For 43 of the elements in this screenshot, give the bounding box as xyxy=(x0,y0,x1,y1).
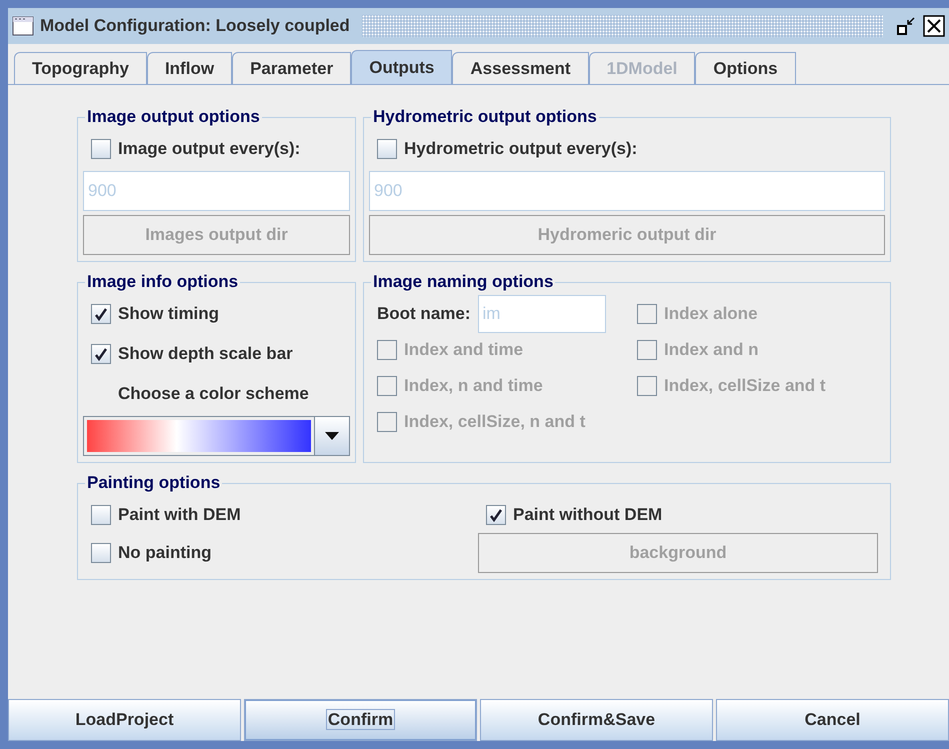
color-scheme-label: Choose a color scheme xyxy=(118,384,309,404)
checkbox[interactable] xyxy=(91,505,111,525)
checkbox-label: Hydrometric output every(s): xyxy=(404,139,638,159)
dialog-button[interactable]: LoadProject xyxy=(8,699,241,741)
checkbox-label: Show depth scale bar xyxy=(118,344,293,364)
checkbox[interactable] xyxy=(91,344,111,364)
checkbox-label: Paint with DEM xyxy=(118,505,241,525)
dialog-button[interactable]: Cancel xyxy=(716,699,949,741)
checkbox-label: Index, n and time xyxy=(404,376,543,396)
panel-title: Hydrometric output options xyxy=(372,107,598,127)
panel-title: Painting options xyxy=(86,473,222,493)
tab[interactable]: Assessment xyxy=(452,52,589,84)
close-icon[interactable] xyxy=(923,15,945,37)
tab[interactable]: Options xyxy=(695,52,796,84)
checkbox-label: Show timing xyxy=(118,304,220,324)
caret-icon xyxy=(325,432,339,440)
checkbox[interactable] xyxy=(377,139,397,159)
dialog-button[interactable]: Confirm&Save xyxy=(480,699,713,741)
window-icon xyxy=(12,16,34,36)
checkbox-label: No painting xyxy=(118,543,212,563)
checkbox-label: Paint without DEM xyxy=(513,505,662,525)
checkbox[interactable] xyxy=(91,304,111,324)
boot-name-label: Boot name: xyxy=(377,304,470,324)
checkbox-label: Index, cellSize and t xyxy=(664,376,826,396)
checkbox-label: Index, cellSize, n and t xyxy=(404,412,586,432)
checkbox-label: Index and time xyxy=(404,340,524,360)
color-scheme-dropdown[interactable] xyxy=(83,416,350,456)
panel-title: Image info options xyxy=(86,272,240,292)
tab[interactable]: Parameter xyxy=(232,52,352,84)
checkbox-label: Index and n xyxy=(664,340,758,360)
checkbox[interactable] xyxy=(91,139,111,159)
checkbox[interactable] xyxy=(486,505,506,525)
dialog-button[interactable]: Confirm xyxy=(244,699,477,741)
panel-title: Image naming options xyxy=(372,272,554,292)
tab[interactable]: Inflow xyxy=(146,52,232,84)
checkbox-label: Image output every(s): xyxy=(118,139,300,159)
restore-icon[interactable] xyxy=(895,15,917,37)
checkbox[interactable] xyxy=(91,543,111,563)
window-title: Model Configuration: Loosely coupled xyxy=(40,16,350,36)
panel-title: Image output options xyxy=(86,107,261,127)
tab[interactable]: Topography xyxy=(14,52,147,84)
checkbox-label: Index alone xyxy=(664,304,758,324)
tab[interactable]: Outputs xyxy=(351,50,452,84)
